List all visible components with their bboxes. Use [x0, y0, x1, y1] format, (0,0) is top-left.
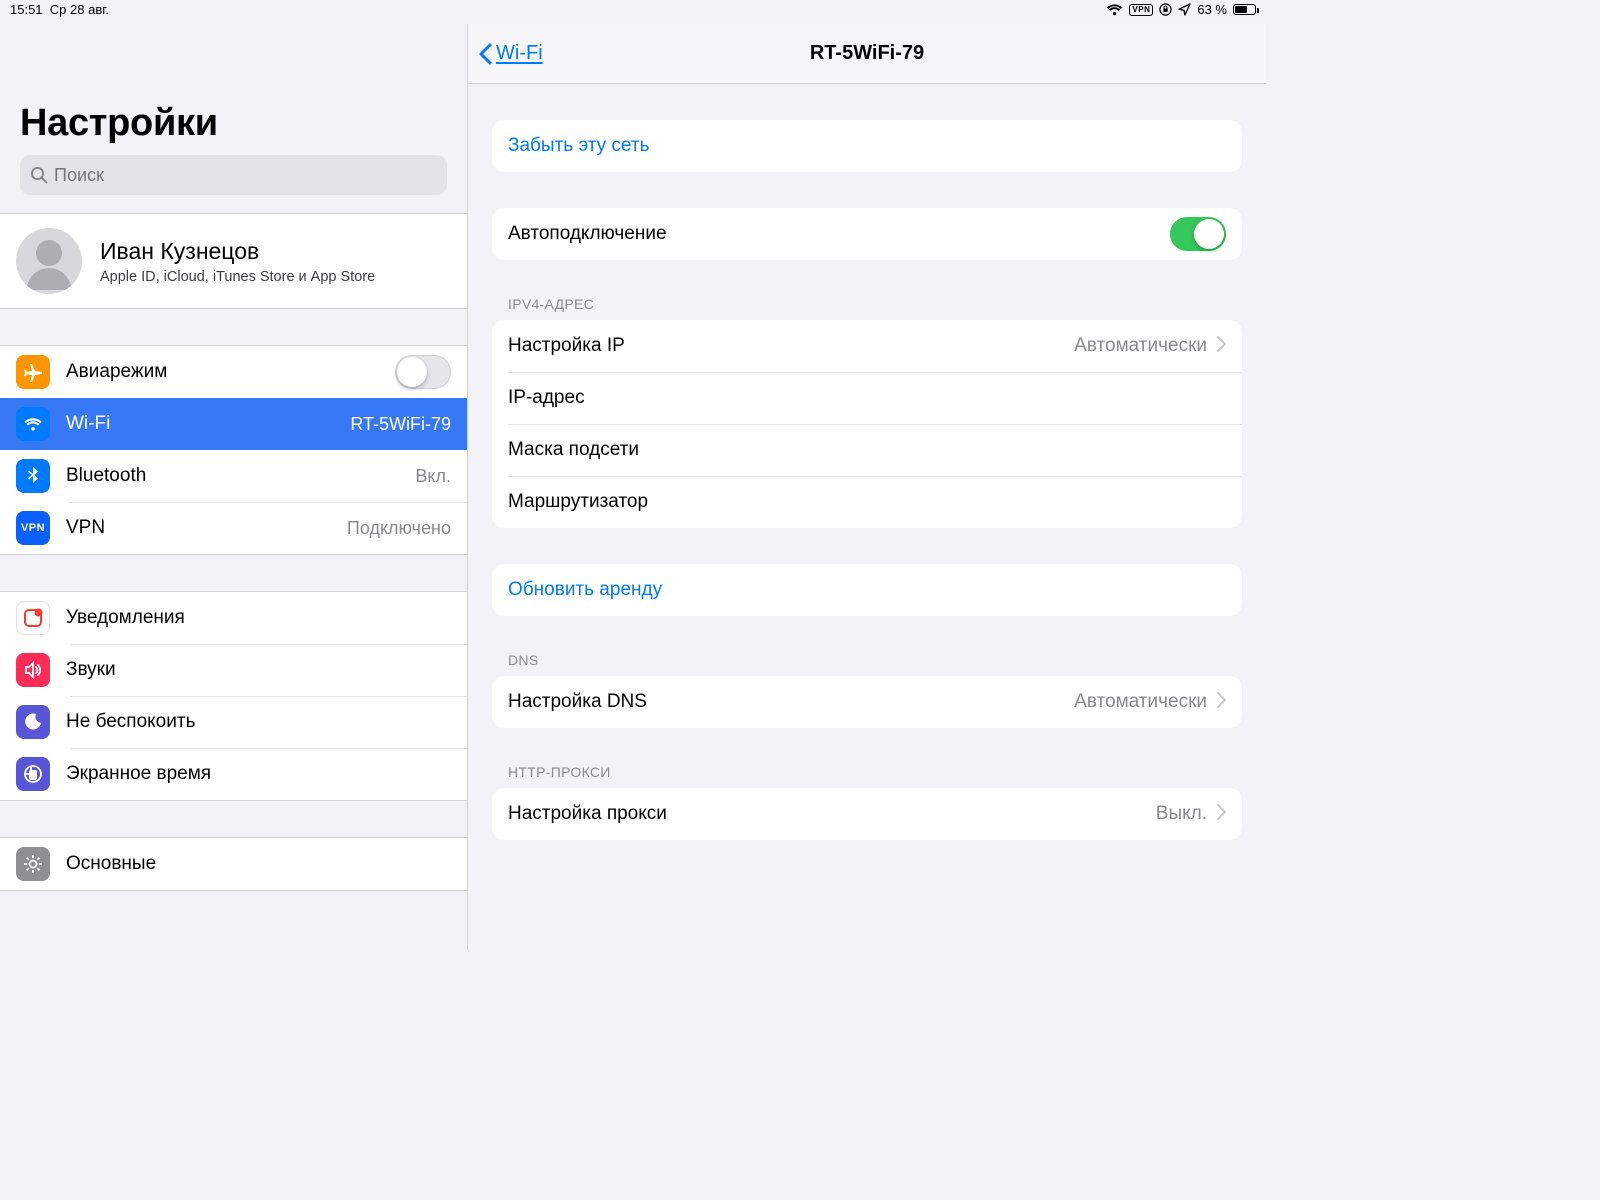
sidebar-item-notifications[interactable]: Уведомления	[0, 592, 467, 644]
router-row: Маршрутизатор	[492, 476, 1242, 528]
sidebar-item-detail: Вкл.	[415, 466, 451, 487]
general-icon	[16, 847, 50, 881]
settings-title: Настройки	[20, 102, 447, 145]
proxy-config-value: Выкл.	[1156, 803, 1207, 825]
proxy-config-row[interactable]: Настройка прокси Выкл.	[492, 788, 1242, 840]
dnd-icon	[16, 705, 50, 739]
proxy-section-header: HTTP-ПРОКСИ	[492, 764, 1242, 788]
ipv4-section-header: IPV4-АДРЕС	[492, 296, 1242, 320]
sidebar-item-label: Экранное время	[66, 763, 211, 785]
renew-lease-label: Обновить аренду	[508, 579, 662, 601]
search-input[interactable]	[54, 165, 437, 186]
status-time: 15:51	[10, 2, 43, 17]
sidebar-item-bluetooth[interactable]: Bluetooth Вкл.	[0, 450, 467, 502]
settings-sidebar: Настройки Иван Кузнецов Apple ID, iCloud…	[0, 24, 468, 950]
ip-config-value: Автоматически	[1074, 335, 1207, 357]
chevron-right-icon	[1217, 692, 1226, 713]
ip-config-row[interactable]: Настройка IP Автоматически	[492, 320, 1242, 372]
back-button[interactable]: Wi-Fi	[468, 42, 543, 65]
sidebar-item-label: Не беспокоить	[66, 711, 195, 733]
detail-pane: Wi-Fi RT-5WiFi-79 Забыть эту сеть Автопо…	[468, 24, 1266, 950]
sidebar-item-general[interactable]: Основные	[0, 838, 467, 890]
sidebar-item-label: Уведомления	[66, 607, 185, 629]
vpn-status-badge: VPN	[1129, 4, 1153, 16]
battery-icon	[1233, 4, 1256, 15]
dns-section-header: DNS	[492, 652, 1242, 676]
router-label: Маршрутизатор	[508, 491, 648, 513]
orientation-lock-icon	[1159, 3, 1172, 16]
subnet-row: Маска подсети	[492, 424, 1242, 476]
search-field[interactable]	[20, 155, 447, 195]
apple-id-subtitle: Apple ID, iCloud, iTunes Store и App Sto…	[100, 269, 375, 285]
bluetooth-icon	[16, 459, 50, 493]
sidebar-item-label: Авиарежим	[66, 361, 167, 383]
detail-nav: Wi-Fi RT-5WiFi-79	[468, 24, 1266, 84]
screentime-icon	[16, 757, 50, 791]
dns-config-row[interactable]: Настройка DNS Автоматически	[492, 676, 1242, 728]
proxy-config-label: Настройка прокси	[508, 803, 667, 825]
autojoin-toggle[interactable]	[1170, 217, 1226, 251]
status-date: Ср 28 авг.	[50, 2, 109, 17]
sidebar-item-screentime[interactable]: Экранное время	[0, 748, 467, 800]
sidebar-item-detail: Подключено	[347, 518, 451, 539]
renew-lease-button[interactable]: Обновить аренду	[492, 564, 1242, 616]
back-label: Wi-Fi	[496, 42, 543, 65]
sidebar-item-dnd[interactable]: Не беспокоить	[0, 696, 467, 748]
subnet-label: Маска подсети	[508, 439, 639, 461]
sidebar-item-vpn[interactable]: VPN VPN Подключено	[0, 502, 467, 554]
ip-config-label: Настройка IP	[508, 335, 625, 357]
sounds-icon	[16, 653, 50, 687]
autojoin-label: Автоподключение	[508, 223, 667, 245]
sidebar-item-sounds[interactable]: Звуки	[0, 644, 467, 696]
wifi-status-icon	[1106, 4, 1123, 16]
chevron-right-icon	[1217, 804, 1226, 825]
detail-title: RT-5WiFi-79	[468, 42, 1266, 65]
autojoin-row[interactable]: Автоподключение	[492, 208, 1242, 260]
sidebar-item-label: Основные	[66, 853, 156, 875]
forget-network-label: Забыть эту сеть	[508, 135, 649, 157]
forget-network-button[interactable]: Забыть эту сеть	[492, 120, 1242, 172]
apple-id-name: Иван Кузнецов	[100, 238, 375, 265]
apple-id-row[interactable]: Иван Кузнецов Apple ID, iCloud, iTunes S…	[0, 214, 467, 308]
dns-config-label: Настройка DNS	[508, 691, 647, 713]
sidebar-item-label: Bluetooth	[66, 465, 146, 487]
battery-percentage: 63 %	[1197, 2, 1227, 17]
airplane-icon	[16, 355, 50, 389]
status-bar: 15:51 Ср 28 авг. VPN 63 %	[0, 0, 1266, 24]
sidebar-item-label: Звуки	[66, 659, 116, 681]
sidebar-item-label: VPN	[66, 517, 105, 539]
sidebar-item-wifi[interactable]: Wi-Fi RT-5WiFi-79	[0, 398, 467, 450]
ip-address-label: IP-адрес	[508, 387, 585, 409]
notifications-icon	[16, 601, 50, 635]
vpn-icon: VPN	[16, 511, 50, 545]
chevron-left-icon	[478, 43, 492, 65]
avatar-icon	[16, 228, 82, 294]
search-icon	[30, 166, 48, 184]
sidebar-item-airplane[interactable]: Авиарежим	[0, 346, 467, 398]
airplane-toggle[interactable]	[395, 355, 451, 389]
chevron-right-icon	[1217, 336, 1226, 357]
ip-address-row: IP-адрес	[492, 372, 1242, 424]
sidebar-item-label: Wi-Fi	[66, 413, 110, 435]
wifi-icon	[16, 407, 50, 441]
status-time-date: 15:51 Ср 28 авг.	[10, 2, 109, 17]
sidebar-item-detail: RT-5WiFi-79	[350, 414, 451, 435]
location-status-icon	[1178, 3, 1191, 16]
dns-config-value: Автоматически	[1074, 691, 1207, 713]
